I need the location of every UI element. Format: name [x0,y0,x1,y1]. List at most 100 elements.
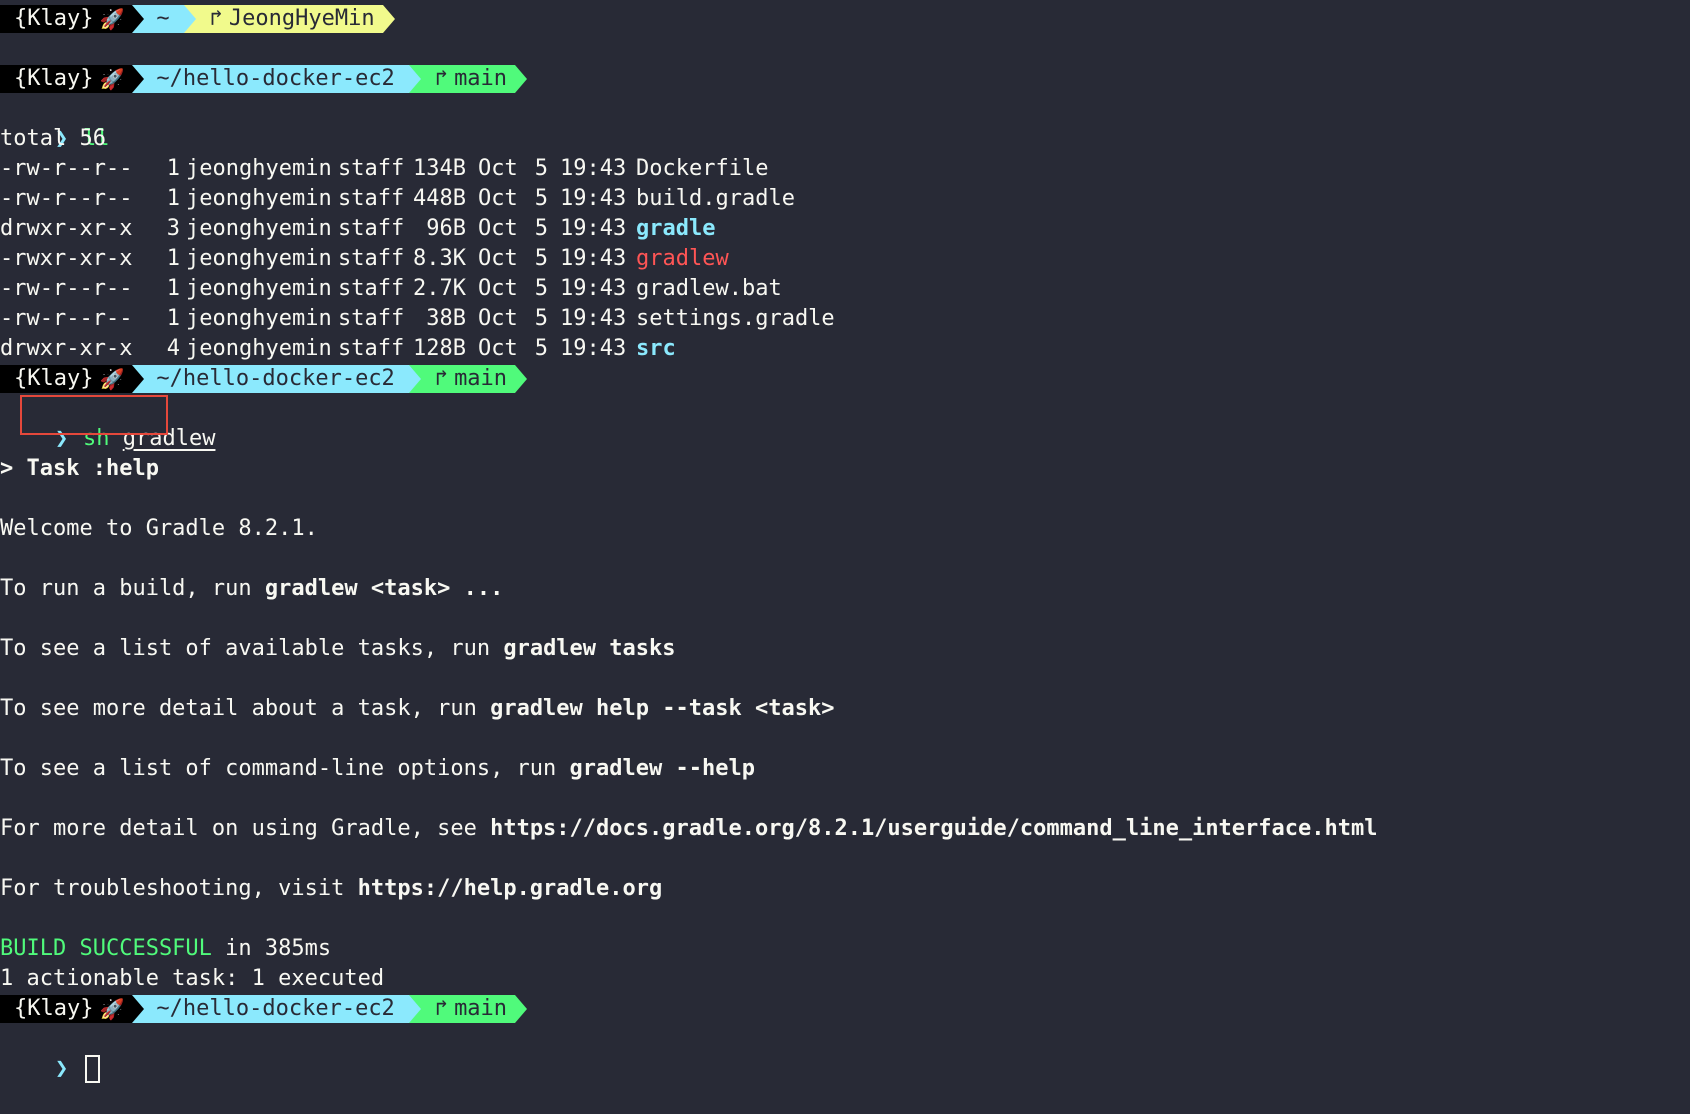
file-month: Oct [478,306,518,331]
list-item: -rw-r--r-- 1 jeonghyemin staff 2.7K Oct 5 19:43… [0,274,1690,304]
file-permissions: -rw-r--r-- [0,306,133,331]
link-count: 3 [166,216,180,241]
prompt-user: {Klay} [14,996,94,1021]
run-build-line: To run a build, run gradlew <task> ... [0,574,1690,604]
file-owner: jeonghyemin [186,186,332,211]
welcome-line: Welcome to Gradle 8.2.1. [0,516,318,541]
rocket-icon: 🚀 [99,7,125,31]
help-url-link[interactable]: https://help.gradle.org [358,876,663,901]
file-name: Dockerfile [636,156,769,181]
prompt-git-branch: main [454,996,508,1021]
file-name: gradlew.bat [636,276,782,301]
file-listing: -rw-r--r-- 1 jeonghyemin staff 134B Oct 5 19:43… [0,154,1690,364]
trouble-text: For troubleshooting, visit [0,876,358,901]
prompt-user-segment: {Klay} 🚀 [0,65,145,93]
file-size: 134B [413,156,466,181]
prompt-dir: ~/hello-docker-ec2 [156,996,395,1021]
prompt-user-segment: {Klay} 🚀 [0,995,145,1023]
docs-line: For more detail on using Gradle, see htt… [0,814,1690,844]
prompt-git-branch: JeongHyeMin [228,6,375,31]
terminal-cursor[interactable] [84,1055,100,1083]
file-permissions: -rwxr-xr-x [0,246,133,271]
prompt-bar: {Klay} 🚀 ~/hello-docker-ec2 ↱ main [0,994,1690,1024]
highlight-box [20,395,168,435]
prompt-user: {Klay} [14,66,94,91]
prompt-dir: ~ [156,6,170,31]
file-name: gradlew [636,246,729,271]
file-group: staff [338,306,405,331]
file-group: staff [338,186,405,211]
git-branch-icon: ↱ [209,6,223,31]
file-permissions: -rw-r--r-- [0,276,133,301]
run-build-text: To run a build, run [0,576,265,601]
file-size: 2.7K [413,276,466,301]
file-name: src [636,336,676,361]
file-permissions: drwxr-xr-x [0,216,133,241]
command-input-line[interactable]: ❯ [0,1024,1690,1083]
tasks-line: To see a list of available tasks, run gr… [0,634,1690,664]
detail-command: gradlew help --task <task> [490,696,835,721]
file-day: 5 [534,336,548,361]
file-day: 5 [534,246,548,271]
task-line: > Task :help [0,456,159,481]
tasks-text: To see a list of available tasks, run [0,636,504,661]
file-owner: jeonghyemin [186,276,332,301]
link-count: 1 [166,186,180,211]
link-count: 1 [166,306,180,331]
prompt-user: {Klay} [14,366,94,391]
file-size: 96B [426,216,466,241]
prompt-dir-segment: ~/hello-docker-ec2 [132,65,421,93]
prompt-git-segment: ↱ main [408,365,528,393]
file-group: staff [338,156,405,181]
build-time: in 385ms [211,936,332,961]
command-line: ❯ sh gradlew [0,394,1690,451]
prompt-user-segment: {Klay} 🚀 [0,365,145,393]
file-size: 128B [413,336,466,361]
docs-url-link[interactable]: https://docs.gradle.org/8.2.1/userguide/… [490,816,1377,841]
git-branch-icon: ↱ [434,996,449,1021]
file-day: 5 [534,216,548,241]
build-status: BUILD SUCCESSFUL [0,936,212,961]
list-item: -rw-r--r-- 1 jeonghyemin staff 134B Oct 5 19:43… [0,154,1690,184]
file-name: gradle [636,216,716,241]
file-month: Oct [478,276,518,301]
git-branch-icon: ↱ [434,66,449,91]
chevron-right-icon: ❯ [54,1056,69,1081]
file-day: 5 [534,186,548,211]
list-item: -rw-r--r-- 1 jeonghyemin staff 448B Oct 5 19:43… [0,184,1690,214]
file-owner: jeonghyemin [186,156,332,181]
tasks-command: gradlew tasks [503,636,676,661]
link-count: 1 [166,246,180,271]
file-permissions: drwxr-xr-x [0,336,133,361]
detail-line: To see more detail about a task, run gra… [0,694,1690,724]
prompt-bar: {Klay} 🚀 ~ ↱ JeongHyeMin [0,4,1690,34]
file-permissions: -rw-r--r-- [0,156,133,181]
file-month: Oct [478,336,518,361]
prompt-user: {Klay} [14,6,94,31]
prompt-user-segment: {Klay} 🚀 [0,5,145,33]
file-day: 5 [534,306,548,331]
prompt-dir-segment: ~/hello-docker-ec2 [132,365,421,393]
docs-text: For more detail on using Gradle, see [0,816,491,841]
file-month: Oct [478,246,518,271]
file-month: Oct [478,216,518,241]
prompt-git-branch: main [454,66,508,91]
file-permissions: -rw-r--r-- [0,186,133,211]
file-owner: jeonghyemin [186,336,332,361]
rocket-icon: 🚀 [99,367,125,391]
terminal-window[interactable]: {Klay} 🚀 ~ ↱ JeongHyeMin ❯cd hello-docke… [0,0,1690,1083]
prompt-git-segment: ↱ JeongHyeMin [183,5,395,33]
file-group: staff [338,216,405,241]
file-time: 19:43 [560,246,627,271]
prompt-dir-segment: ~/hello-docker-ec2 [132,995,421,1023]
file-size: 38B [426,306,466,331]
file-month: Oct [478,186,518,211]
list-item: -rw-r--r-- 1 jeonghyemin staff 38B Oct 5 19:43 s… [0,304,1690,334]
summary-line: 1 actionable task: 1 executed [0,966,385,991]
file-month: Oct [478,156,518,181]
run-build-command: gradlew <task> ... [264,576,504,601]
options-command: gradlew --help [569,756,755,781]
file-group: staff [338,246,405,271]
prompt-git-segment: ↱ main [408,995,528,1023]
file-size: 8.3K [413,246,466,271]
